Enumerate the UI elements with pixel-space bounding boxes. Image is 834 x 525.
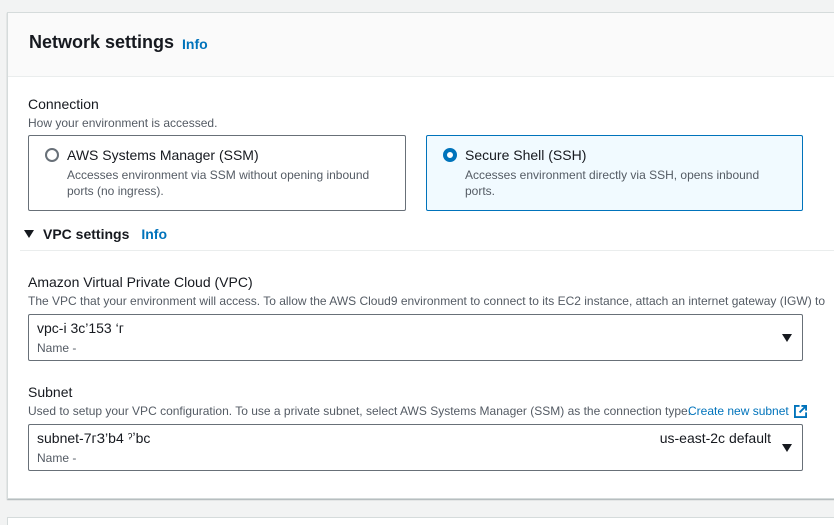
ssm-radio[interactable] — [45, 148, 59, 162]
ssh-option-label: Secure Shell (SSH) — [465, 147, 587, 163]
panel-header: Network settings Info — [8, 13, 834, 77]
network-settings-info-link[interactable]: Info — [182, 36, 208, 52]
external-link-icon — [793, 404, 807, 418]
create-new-subnet-label: Create new subnet — [688, 404, 789, 418]
vpc-select-value: vpc-і 3c’153 ‘г — [37, 320, 124, 336]
vpc-settings-expander[interactable]: VPC settings Info — [24, 226, 167, 242]
connection-description: How your environment is accessed. — [28, 116, 218, 130]
next-panel — [7, 517, 834, 525]
ssm-option-label: AWS Systems Manager (SSM) — [67, 147, 259, 163]
connection-option-ssh[interactable]: Secure Shell (SSH) Accesses environment … — [426, 135, 803, 211]
connection-label: Connection — [28, 96, 99, 112]
subnet-select-value: subnet-7гЗ’b4 ˀʼbc — [37, 430, 151, 446]
ssm-option-description: Accesses environment via SSM without ope… — [67, 168, 370, 198]
vpc-select[interactable]: vpc-і 3c’153 ‘г Name - — [28, 314, 803, 361]
ssh-option-description: Accesses environment directly via SSH, o… — [465, 168, 760, 198]
subnet-label: Subnet — [28, 384, 73, 400]
dropdown-arrow-icon — [782, 334, 792, 342]
panel-title: Network settings — [29, 32, 175, 52]
subnet-az-tag: us-east-2c default — [659, 430, 771, 446]
subnet-description: Used to setup your VPC configuration. To… — [28, 404, 691, 418]
subnet-select-sub: Name - — [37, 451, 77, 465]
subnet-select[interactable]: subnet-7гЗ’b4 ˀʼbc Name - us-east-2c def… — [28, 424, 803, 471]
vpc-settings-label: VPC settings — [43, 226, 130, 242]
vpc-description: The VPC that your environment will acces… — [28, 294, 826, 308]
vpc-settings-info-link[interactable]: Info — [141, 226, 167, 242]
connection-option-ssm[interactable]: AWS Systems Manager (SSM) Accesses envir… — [28, 135, 406, 211]
vpc-select-sub: Name - — [37, 341, 77, 355]
caret-down-icon — [24, 230, 34, 238]
create-new-subnet-link[interactable]: Create new subnet — [688, 404, 807, 418]
vpc-divider — [20, 250, 834, 251]
vpc-label: Amazon Virtual Private Cloud (VPC) — [28, 274, 253, 290]
dropdown-arrow-icon — [782, 444, 792, 452]
ssh-radio[interactable] — [443, 148, 457, 162]
